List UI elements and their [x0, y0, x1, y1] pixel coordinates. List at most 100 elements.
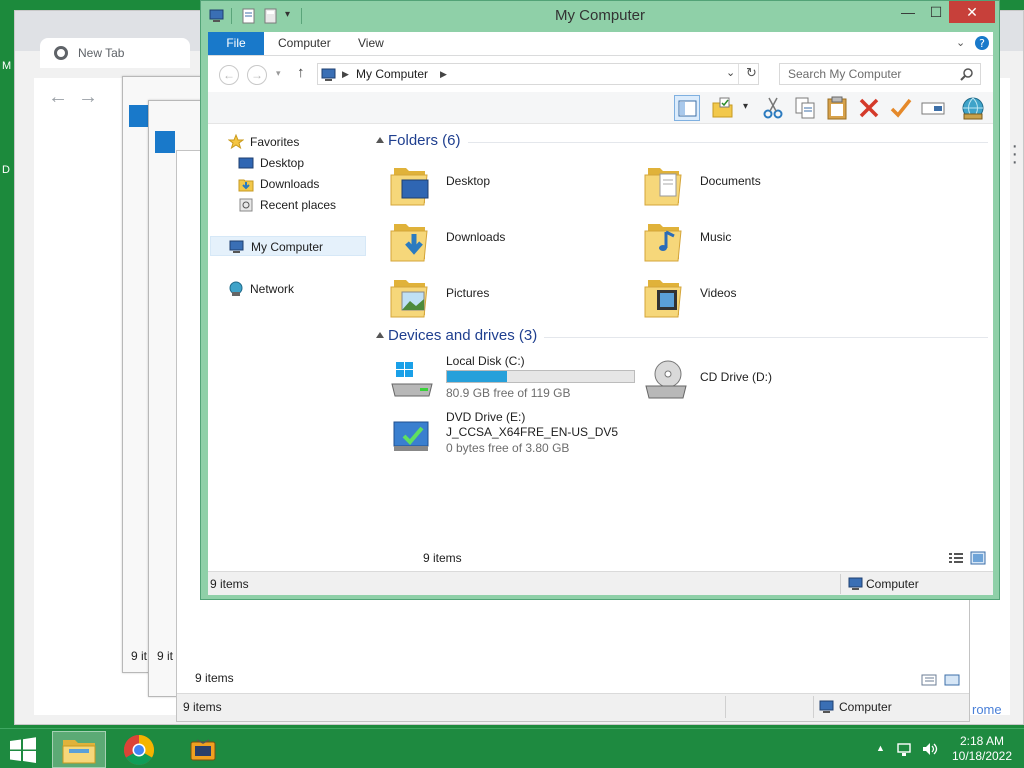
- desktop-edge-letter: M: [2, 60, 12, 72]
- tab-file[interactable]: File: [208, 32, 264, 55]
- paste-icon[interactable]: [824, 95, 850, 121]
- search-input[interactable]: [780, 64, 956, 84]
- chrome-tab[interactable]: New Tab: [40, 38, 190, 68]
- forward-button[interactable]: →: [247, 65, 267, 85]
- taskbar-app[interactable]: [176, 731, 230, 768]
- status-bar: 9 items Computer: [208, 571, 993, 595]
- folder-videos[interactable]: Videos: [642, 270, 882, 322]
- title-bar[interactable]: ▾ My Computer — ☐ ✕: [201, 1, 999, 31]
- folder-label: Videos: [700, 286, 737, 300]
- taskbar: ▲ 2:18 AM 10/18/2022: [0, 728, 1024, 768]
- content-area: Favorites Desktop Downloads Recent place…: [208, 124, 993, 571]
- drive-name: Local Disk (C:): [446, 354, 525, 368]
- drives-group-header[interactable]: Devices and drives (3): [374, 327, 537, 347]
- chrome-favicon-icon: [54, 46, 68, 60]
- nav-downloads[interactable]: Downloads: [238, 174, 319, 194]
- address-row: ← → ▾ ↑ ▶ My Computer ▶ ⌄ ↻: [208, 56, 993, 92]
- nav-network[interactable]: Network: [228, 279, 294, 299]
- stacked-status: 9 it: [131, 649, 148, 663]
- status-location: Computer: [866, 577, 919, 591]
- copy-icon[interactable]: [792, 95, 818, 121]
- tab-view[interactable]: View: [344, 32, 398, 55]
- show-hidden-icons-icon[interactable]: ▲: [876, 743, 885, 753]
- taskbar-clock[interactable]: 2:18 AM 10/18/2022: [946, 734, 1018, 764]
- preview-pane-icon[interactable]: [674, 95, 700, 121]
- help-icon[interactable]: ?: [974, 35, 990, 51]
- ribbon-tabs: File Computer View ⌄ ?: [208, 32, 993, 56]
- view-toggle-icon[interactable]: [921, 673, 961, 687]
- rename-icon[interactable]: [920, 95, 946, 121]
- nav-my-computer[interactable]: My Computer: [210, 236, 366, 256]
- address-bar[interactable]: ▶ My Computer ▶ ⌄ ↻: [317, 63, 759, 85]
- network-tray-icon[interactable]: [896, 741, 914, 757]
- svg-text:?: ?: [979, 37, 985, 50]
- delete-icon[interactable]: [856, 95, 882, 121]
- folder-pictures[interactable]: Pictures: [388, 270, 628, 322]
- details-view-icon[interactable]: [948, 551, 964, 565]
- up-button[interactable]: ↑: [297, 64, 305, 81]
- tab-computer[interactable]: Computer: [264, 32, 345, 55]
- clock-time: 2:18 AM: [959, 734, 1005, 748]
- search-icon[interactable]: [960, 67, 974, 81]
- volume-icon[interactable]: [921, 741, 939, 757]
- address-dropdown-icon[interactable]: ⌄: [726, 66, 735, 79]
- stacked-file-tab: [129, 105, 149, 127]
- search-box[interactable]: [779, 63, 981, 85]
- drive-dvd-e[interactable]: DVD Drive (E:) J_CCSA_X64FRE_EN-US_DV5 0…: [388, 410, 638, 462]
- folder-music[interactable]: Music: [642, 214, 882, 266]
- downloads-folder-icon: [390, 224, 428, 262]
- properties-dropdown-icon[interactable]: ▾: [743, 101, 748, 112]
- back-button[interactable]: ←: [219, 65, 239, 85]
- folder-documents[interactable]: Documents: [642, 158, 882, 210]
- maximize-button[interactable]: ☐: [923, 1, 949, 23]
- chrome-icon: [123, 735, 155, 766]
- stacked-file-tab: [155, 131, 175, 153]
- check-icon[interactable]: [888, 95, 914, 121]
- drive-cd-d[interactable]: CD Drive (D:): [642, 354, 892, 406]
- navigation-pane: Favorites Desktop Downloads Recent place…: [208, 124, 368, 571]
- downloads-icon: [238, 179, 254, 192]
- taskbar-chrome[interactable]: [112, 731, 166, 768]
- nav-recent-places[interactable]: Recent places: [238, 195, 336, 215]
- network-globe-icon[interactable]: [960, 95, 986, 121]
- cut-icon[interactable]: [760, 95, 786, 121]
- nav-favorites[interactable]: Favorites: [228, 132, 299, 152]
- refresh-icon[interactable]: ↻: [746, 65, 757, 81]
- breadcrumb-chevron-icon[interactable]: ▶: [440, 69, 447, 80]
- background-item-count: 9 items: [195, 671, 234, 685]
- status-item-count: 9 items: [210, 577, 249, 591]
- drive-local-disk-c[interactable]: Local Disk (C:) 80.9 GB free of 119 GB: [388, 354, 638, 406]
- expand-ribbon-icon[interactable]: ⌄: [956, 36, 965, 49]
- main-pane: Folders (6) Desktop Documents Downloads …: [368, 124, 993, 571]
- chrome-menu-icon[interactable]: · · ·: [1011, 136, 1018, 172]
- taskbar-file-explorer[interactable]: [52, 731, 106, 768]
- folder-desktop[interactable]: Desktop: [388, 158, 628, 210]
- folder-label: Documents: [700, 174, 761, 188]
- command-toolbar: ▾: [208, 92, 993, 124]
- nav-downloads-label: Downloads: [260, 177, 320, 191]
- drive-free-space: 0 bytes free of 3.80 GB: [446, 441, 570, 455]
- chrome-forward-icon[interactable]: →: [78, 86, 98, 109]
- desktop-icon: [238, 157, 254, 169]
- recent-locations-icon[interactable]: ▾: [276, 68, 281, 79]
- collapse-icon[interactable]: [376, 332, 384, 338]
- breadcrumb-chevron-icon[interactable]: ▶: [342, 69, 349, 80]
- nav-desktop[interactable]: Desktop: [238, 153, 304, 173]
- start-button-windows-icon[interactable]: [8, 737, 38, 763]
- computer-icon: [819, 700, 834, 713]
- minimize-button[interactable]: —: [895, 1, 921, 23]
- breadcrumb-my-computer[interactable]: My Computer: [356, 67, 428, 81]
- group-divider: [544, 337, 988, 338]
- folder-label: Downloads: [446, 230, 506, 244]
- local-disk-icon: [391, 362, 433, 397]
- large-icons-view-icon[interactable]: [970, 551, 986, 565]
- folders-group-header[interactable]: Folders (6): [374, 132, 461, 152]
- folder-downloads[interactable]: Downloads: [388, 214, 628, 266]
- close-button[interactable]: ✕: [949, 1, 995, 23]
- chrome-back-icon[interactable]: ←: [48, 86, 68, 109]
- background-status-left: 9 items: [183, 700, 222, 714]
- collapse-icon[interactable]: [376, 137, 384, 143]
- address-separator: [738, 64, 739, 84]
- properties-icon[interactable]: [710, 95, 736, 121]
- explorer-window[interactable]: ▾ My Computer — ☐ ✕ File Computer View ⌄…: [200, 0, 1000, 600]
